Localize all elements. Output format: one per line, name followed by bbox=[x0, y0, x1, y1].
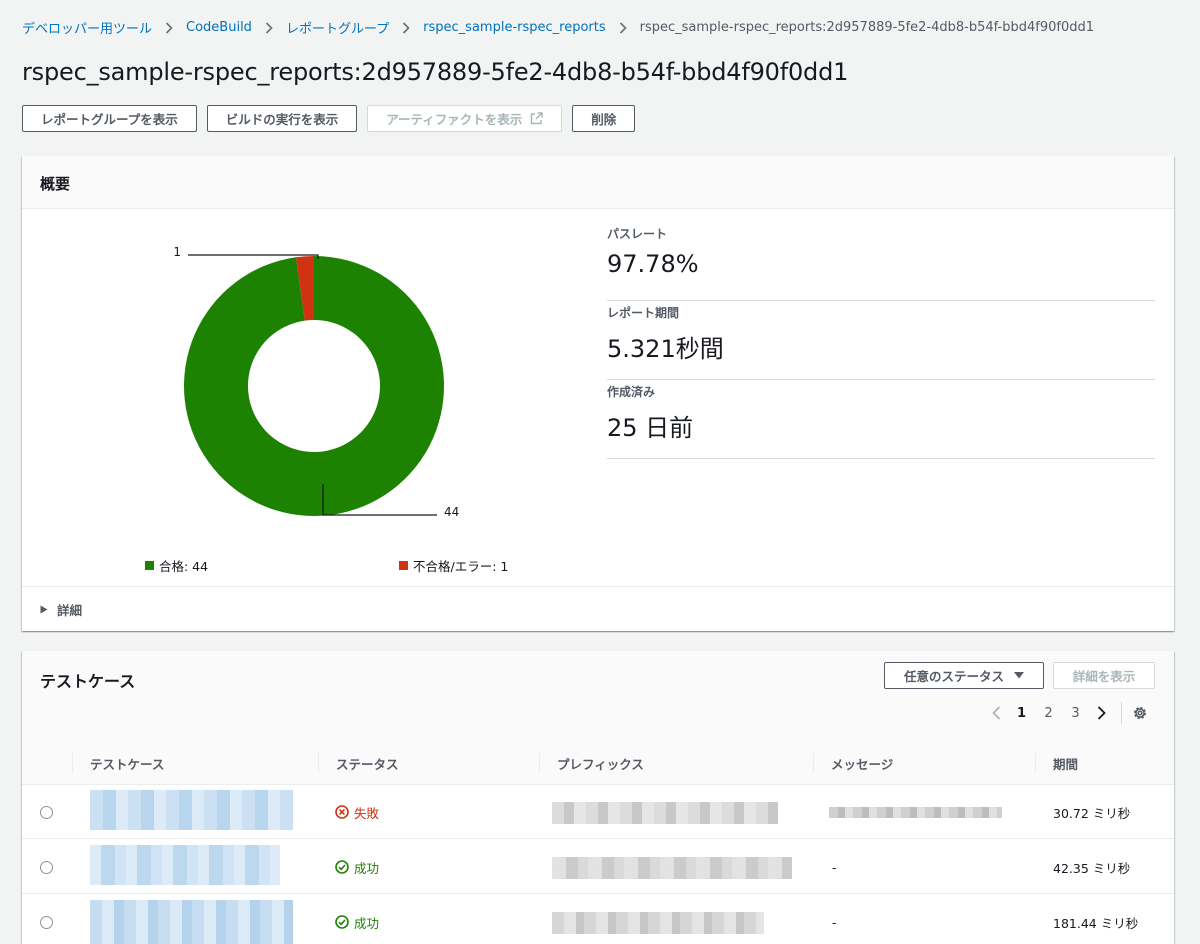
check-circle-icon bbox=[335, 860, 349, 874]
stat-value: 97.78% bbox=[607, 250, 699, 278]
row-select-cell bbox=[40, 785, 53, 839]
breadcrumb-codebuild[interactable]: CodeBuild bbox=[186, 20, 252, 35]
status-cell: 成功 bbox=[335, 895, 379, 944]
testcases-header: テストケース 任意のステータス 詳細を表示 1 2 3 テストケース ステータス… bbox=[22, 651, 1174, 785]
testcases-title: テストケース bbox=[40, 672, 136, 691]
view-details-button[interactable]: 詳細を表示 bbox=[1053, 662, 1155, 689]
chevron-right-icon bbox=[165, 21, 173, 34]
legend-pass: 合格: 44 bbox=[145, 556, 208, 575]
breadcrumb-report-groups[interactable]: レポートグループ bbox=[286, 18, 389, 37]
chevron-left-icon[interactable] bbox=[984, 706, 1008, 720]
stat-value: 5.321秒間 bbox=[607, 335, 724, 363]
duration-cell: 42.35 ミリ秒 bbox=[1053, 860, 1131, 876]
stat-label: レポート期間 bbox=[607, 306, 680, 320]
redacted-prefix bbox=[552, 802, 778, 824]
row-select-cell bbox=[40, 895, 53, 944]
caret-right-icon bbox=[40, 605, 48, 614]
external-link-icon bbox=[530, 112, 544, 125]
page-title: rspec_sample-rspec_reports:2d957889-5fe2… bbox=[22, 58, 849, 86]
message-cell: - bbox=[832, 914, 837, 930]
pass-data-label: 44 bbox=[444, 505, 459, 519]
details-label: 詳細 bbox=[57, 602, 83, 618]
page-1[interactable]: 1 bbox=[1008, 706, 1035, 721]
status-filter-label: 任意のステータス bbox=[903, 669, 1004, 684]
status-label: 成功 bbox=[354, 860, 380, 876]
breadcrumb: デベロッパー用ツール CodeBuild レポートグループ rspec_samp… bbox=[22, 18, 1094, 37]
stat-report-duration: レポート期間 5.321秒間 bbox=[607, 301, 1155, 380]
pagination: 1 2 3 bbox=[984, 701, 1148, 725]
stat-pass-rate: パスレート 97.78% bbox=[607, 222, 1155, 301]
overview-panel: 概要 1 44 合格: 44 不合格/エラー: 1 パスレート 97.78% レ… bbox=[22, 156, 1174, 631]
legend-pass-swatch bbox=[145, 561, 154, 570]
testcases-panel: テストケース 任意のステータス 詳細を表示 1 2 3 テストケース ステータス… bbox=[22, 651, 1174, 944]
row-radio[interactable] bbox=[40, 805, 53, 819]
view-build-run-button[interactable]: ビルドの実行を表示 bbox=[206, 105, 358, 132]
table-row[interactable]: 成功 - 181.44 ミリ秒 bbox=[22, 895, 1174, 944]
row-radio[interactable] bbox=[40, 860, 53, 874]
column-header-testcase[interactable]: テストケース bbox=[72, 741, 164, 785]
donut-chart-svg: 1 44 bbox=[173, 245, 459, 519]
chevron-right-icon[interactable] bbox=[1089, 706, 1113, 720]
pie-slice-pass[interactable] bbox=[183, 256, 444, 516]
legend-pass-label: 合格: 44 bbox=[159, 559, 209, 574]
row-radio[interactable] bbox=[40, 915, 53, 929]
donut-chart: 1 44 bbox=[22, 209, 582, 589]
stat-created: 作成済み 25 日前 bbox=[607, 380, 1155, 459]
delete-button[interactable]: 削除 bbox=[572, 105, 636, 132]
legend-fail: 不合格/エラー: 1 bbox=[399, 556, 508, 575]
view-artifacts-label: アーティファクトを表示 bbox=[386, 112, 523, 127]
legend-fail-label: 不合格/エラー: 1 bbox=[413, 559, 509, 574]
view-artifacts-button[interactable]: アーティファクトを表示 bbox=[367, 105, 563, 132]
table-row[interactable]: 失敗 30.72 ミリ秒 bbox=[22, 785, 1174, 839]
redacted-testcase-name bbox=[90, 900, 293, 944]
details-expander[interactable]: 詳細 bbox=[22, 586, 1174, 631]
check-circle-icon bbox=[335, 915, 349, 929]
page-3[interactable]: 3 bbox=[1062, 706, 1089, 721]
status-label: 失敗 bbox=[354, 805, 380, 821]
action-bar: レポートグループを表示 ビルドの実行を表示 アーティファクトを表示 削除 bbox=[22, 105, 636, 132]
duration-cell: 181.44 ミリ秒 bbox=[1053, 915, 1139, 931]
column-header-message[interactable]: メッセージ bbox=[813, 741, 893, 785]
status-filter-select[interactable]: 任意のステータス bbox=[884, 662, 1044, 689]
redacted-testcase-name bbox=[90, 790, 293, 830]
stat-label: パスレート bbox=[607, 227, 668, 241]
duration-cell: 30.72 ミリ秒 bbox=[1053, 805, 1131, 821]
chevron-right-icon bbox=[619, 21, 627, 34]
breadcrumb-developer-tools[interactable]: デベロッパー用ツール bbox=[22, 18, 152, 37]
view-report-group-button[interactable]: レポートグループを表示 bbox=[22, 105, 197, 132]
redacted-prefix bbox=[552, 912, 764, 934]
breadcrumb-report-group[interactable]: rspec_sample-rspec_reports bbox=[423, 20, 605, 35]
status-cell: 成功 bbox=[335, 840, 379, 894]
chevron-right-icon bbox=[265, 21, 273, 34]
redacted-prefix bbox=[552, 857, 792, 879]
status-label: 成功 bbox=[354, 915, 380, 931]
status-cell: 失敗 bbox=[335, 785, 379, 839]
column-header-duration[interactable]: 期間 bbox=[1035, 741, 1078, 785]
table-header: テストケース ステータス プレフィックス メッセージ 期間 bbox=[22, 741, 1174, 785]
stat-label: 作成済み bbox=[607, 385, 656, 399]
page-2[interactable]: 2 bbox=[1035, 706, 1062, 721]
chevron-right-icon bbox=[402, 21, 410, 34]
caret-down-icon bbox=[1014, 672, 1024, 679]
table-row[interactable]: 成功 - 42.35 ミリ秒 bbox=[22, 840, 1174, 894]
column-header-status[interactable]: ステータス bbox=[318, 741, 399, 785]
stats-list: パスレート 97.78% レポート期間 5.321秒間 作成済み 25 日前 bbox=[607, 222, 1155, 459]
error-icon bbox=[335, 805, 349, 819]
overview-header: 概要 bbox=[22, 156, 1174, 209]
gear-icon[interactable] bbox=[1132, 705, 1148, 721]
stat-value: 25 日前 bbox=[607, 414, 694, 442]
legend-fail-swatch bbox=[399, 561, 408, 570]
breadcrumb-current: rspec_sample-rspec_reports:2d957889-5fe2… bbox=[639, 20, 1094, 35]
redacted-testcase-name bbox=[90, 845, 280, 885]
message-cell: - bbox=[832, 859, 837, 875]
pager-divider bbox=[1121, 702, 1122, 724]
column-header-prefix[interactable]: プレフィックス bbox=[539, 741, 644, 785]
overview-title: 概要 bbox=[40, 175, 71, 193]
row-select-cell bbox=[40, 840, 53, 894]
fail-data-label: 1 bbox=[173, 245, 181, 259]
redacted-message bbox=[829, 807, 1002, 818]
